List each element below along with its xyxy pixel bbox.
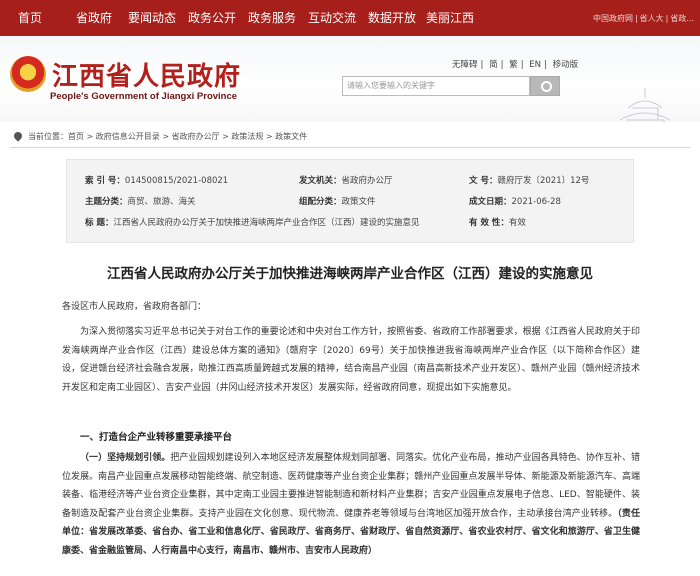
link-cppcc[interactable]: 省政... [670, 13, 694, 24]
nav-services[interactable]: 政务服务 [248, 0, 296, 36]
search-icon[interactable] [530, 76, 560, 96]
separator: | [520, 60, 524, 70]
document-title: 江西省人民政府办公厅关于加快推进海峡两岸产业合作区（江西）建设的实施意见 [107, 266, 593, 282]
nav-open-government[interactable]: 政务公开 [188, 0, 236, 36]
traditional-link[interactable]: 繁 [509, 60, 518, 70]
location-pin-icon [12, 130, 24, 142]
meta-date: 成文日期：2021-06-28 [469, 195, 561, 207]
meta-topic: 主题分类：商贸、旅游、海关 [85, 195, 196, 207]
separator: | [665, 13, 669, 23]
utility-links: 无障碍 | 简 | 繁 | EN | 移动版 [452, 58, 581, 70]
meta-agency-label: 发文机关： [299, 176, 342, 186]
meta-genre-value: 政策文件 [341, 197, 376, 207]
mobile-link[interactable]: 移动版 [553, 60, 579, 70]
nav-news[interactable]: 要闻动态 [128, 0, 176, 36]
national-emblem-icon [10, 56, 46, 92]
salutation: 各设区市人民政府，省政府各部门： [62, 302, 207, 312]
meta-agency-value: 省政府办公厅 [341, 176, 393, 186]
separator: | [500, 60, 504, 70]
meta-index: 索 引 号：014500815/2021-08021 [85, 174, 228, 186]
separator: | [544, 60, 547, 70]
meta-genre: 组配分类：政策文件 [299, 195, 376, 207]
meta-doc-number-label: 文 号： [469, 176, 498, 186]
meta-agency: 发文机关：省政府办公厅 [299, 174, 393, 186]
meta-index-label: 索 引 号： [85, 176, 125, 186]
simplified-link[interactable]: 简 [489, 60, 498, 70]
nav-provincial-government[interactable]: 省政府 [76, 0, 112, 36]
meta-doc-number-value: 赣府厅发〔2021〕12号 [497, 176, 590, 186]
nav-interaction[interactable]: 互动交流 [308, 0, 356, 36]
accessibility-link[interactable]: 无障碍 [452, 60, 478, 70]
english-link[interactable]: EN [529, 60, 541, 70]
nav-open-data[interactable]: 数据开放 [368, 0, 416, 36]
meta-title-value: 江西省人民政府办公厅关于加快推进海峡两岸产业合作区（江西）建设的实施意见 [113, 218, 420, 228]
meta-validity-value: 有效 [508, 218, 526, 228]
site-header: 江西省人民政府 People's Government of Jiangxi P… [0, 36, 700, 122]
nav-home[interactable]: 首页 [18, 0, 42, 36]
breadcrumb-path[interactable]: 首页 > 政府信息公开目录 > 省政府办公厅 > 政策法规 > 政策文件 [68, 132, 307, 141]
top-nav-bar: 首页 省政府 要闻动态 政务公开 政务服务 互动交流 数据开放 美丽江西 中国政… [0, 0, 700, 36]
meta-validity: 有 效 性：有效 [469, 216, 526, 228]
separator: | [480, 60, 484, 70]
paragraph-lead: （一）坚持规划引领。 [80, 453, 171, 463]
link-npc[interactable]: 省人大 [640, 13, 664, 24]
breadcrumb-label: 当前位置： [28, 132, 68, 141]
site-subtitle: People's Government of Jiangxi Province [50, 91, 238, 102]
meta-validity-label: 有 效 性： [469, 218, 509, 228]
meta-title: 标 题：江西省人民政府办公厅关于加快推进海峡两岸产业合作区（江西）建设的实施意见 [85, 216, 419, 228]
link-gov-cn[interactable]: 中国政府网 [593, 13, 633, 24]
separator: | [634, 13, 638, 23]
nav-beautiful-jiangxi[interactable]: 美丽江西 [426, 0, 474, 36]
meta-index-value: 014500815/2021-08021 [124, 176, 229, 186]
breadcrumb: 当前位置：首页 > 政府信息公开目录 > 省政府办公厅 > 政策法规 > 政策文… [12, 130, 307, 142]
document-metadata: 索 引 号：014500815/2021-08021 发文机关：省政府办公厅 文… [66, 159, 634, 243]
meta-genre-label: 组配分类： [299, 197, 342, 207]
intro-paragraph: 为深入贯彻落实习近平总书记关于对台工作的重要论述和中央对台工作方针，按照省委、省… [62, 327, 640, 393]
meta-topic-value: 商贸、旅游、海关 [127, 197, 196, 207]
pavilion-illustration [619, 88, 671, 122]
site-title[interactable]: 江西省人民政府 [52, 56, 241, 93]
meta-date-label: 成文日期： [469, 197, 512, 207]
meta-doc-number: 文 号：赣府厅发〔2021〕12号 [469, 174, 589, 186]
meta-title-label: 标 题： [85, 218, 114, 228]
divider [10, 147, 690, 148]
meta-date-value: 2021-06-28 [511, 197, 561, 207]
section-heading: 一、打造台企产业转移重要承接平台 [80, 432, 233, 443]
meta-topic-label: 主题分类： [85, 197, 128, 207]
search-input[interactable]: 请输入您要输入的关键字 [342, 76, 530, 96]
body-paragraph: （一）坚持规划引领。把产业园规划建设列入本地区经济发展整体规划同部署、同落实。优… [62, 449, 640, 561]
top-right-links: 中国政府网 | 省人大 | 省政... [591, 0, 694, 36]
